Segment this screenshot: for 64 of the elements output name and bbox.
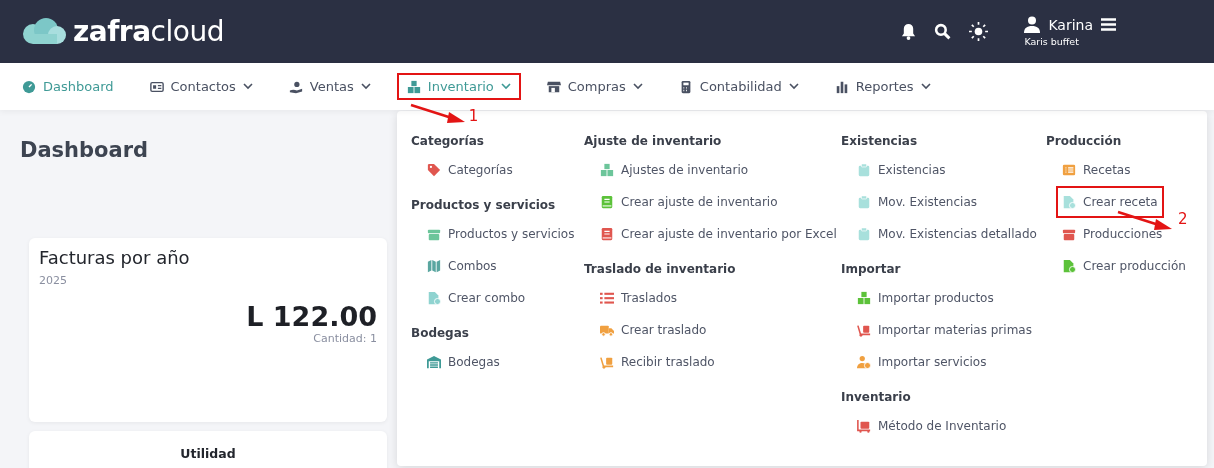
card-title: Utilidad [180,446,236,461]
menu-item[interactable]: Crear combo [421,282,532,314]
menu-item[interactable]: Recetas [1056,154,1137,186]
caret-icon [632,83,643,90]
menu-item[interactable]: Importar productos [851,282,1000,314]
menu-item[interactable]: Mov. Existencias [851,186,983,218]
sun-icon[interactable] [969,22,989,41]
menu-section-heading: Inventario [841,389,911,406]
nav-tab[interactable]: Contabilidad [668,73,809,100]
id-card-icon [149,79,164,94]
menu-section-heading: Producción [1046,133,1122,150]
menu-item[interactable]: Existencias [851,154,952,186]
menu-item[interactable]: Crear ajuste de inventario [594,186,784,218]
store-icon [546,79,561,94]
menu-item[interactable]: Mov. Existencias detallado [851,218,1043,250]
menu-section-heading: Productos y servicios [411,197,556,214]
boxes-icon [406,79,421,94]
user-name[interactable]: Karina [1048,16,1093,33]
menu-item[interactable]: Productos y servicios [421,218,581,250]
caret-icon [788,83,799,90]
menu-item[interactable]: Importar servicios [851,346,993,378]
nav-tab[interactable]: Compras [536,73,653,100]
menu-item[interactable]: Producciones [1056,218,1169,250]
logo-text[interactable]: zafracloud [73,15,224,48]
menu-section-heading: Categorías [411,133,484,150]
cloud-logo-icon [22,17,68,46]
nav-tab[interactable]: Contactos [139,73,263,100]
search-icon[interactable] [934,23,952,40]
card-title: Facturas por año [39,247,190,268]
caret-icon [360,83,371,90]
menu-item[interactable]: Crear producción [1056,250,1192,282]
menu-section-heading: Existencias [841,133,918,150]
menu-item[interactable]: Recibir traslado [594,346,721,378]
menu-section-heading: Ajuste de inventario [584,133,722,150]
caret-icon [242,83,253,90]
nav-tab[interactable]: Reportes [824,73,941,100]
caret-icon [500,83,511,90]
menu-item[interactable]: Crear ajuste de inventario por Excel [594,218,843,250]
menu-section-heading: Importar [841,261,901,278]
menu-item[interactable]: Combos [421,250,503,282]
gauge-icon [22,79,36,94]
menu-item[interactable]: Método de Inventario [851,410,1013,442]
annotation-number: 1 [468,109,479,124]
nav-tab[interactable]: Ventas [278,73,381,100]
company-name: Karis buffet [1024,36,1080,47]
caret-icon [920,83,931,90]
card-subtitle: 2025 [39,274,67,287]
menu-item[interactable]: Traslados [594,282,683,314]
annotation-number: 2 [1178,212,1188,227]
menu-section-heading: Bodegas [411,325,469,342]
notification-bell-icon[interactable] [901,23,917,40]
menu-item[interactable]: Bodegas [421,346,506,378]
menu-section-heading: Traslado de inventario [584,261,736,278]
card-caption: Cantidad: 1 [313,332,377,345]
menu-item[interactable]: Ajustes de inventario [594,154,755,186]
card-amount: L 122.00 [246,301,377,332]
bar-chart-icon [834,79,849,94]
menu-item[interactable]: Crear traslado [594,314,713,346]
page-title: Dashboard [20,138,149,162]
menu-icon[interactable] [1101,18,1116,31]
menu-item[interactable]: Importar materias primas [851,314,1038,346]
menu-item[interactable]: Categorías [421,154,519,186]
user-icon[interactable] [1024,16,1041,33]
hand-icon [288,79,303,94]
